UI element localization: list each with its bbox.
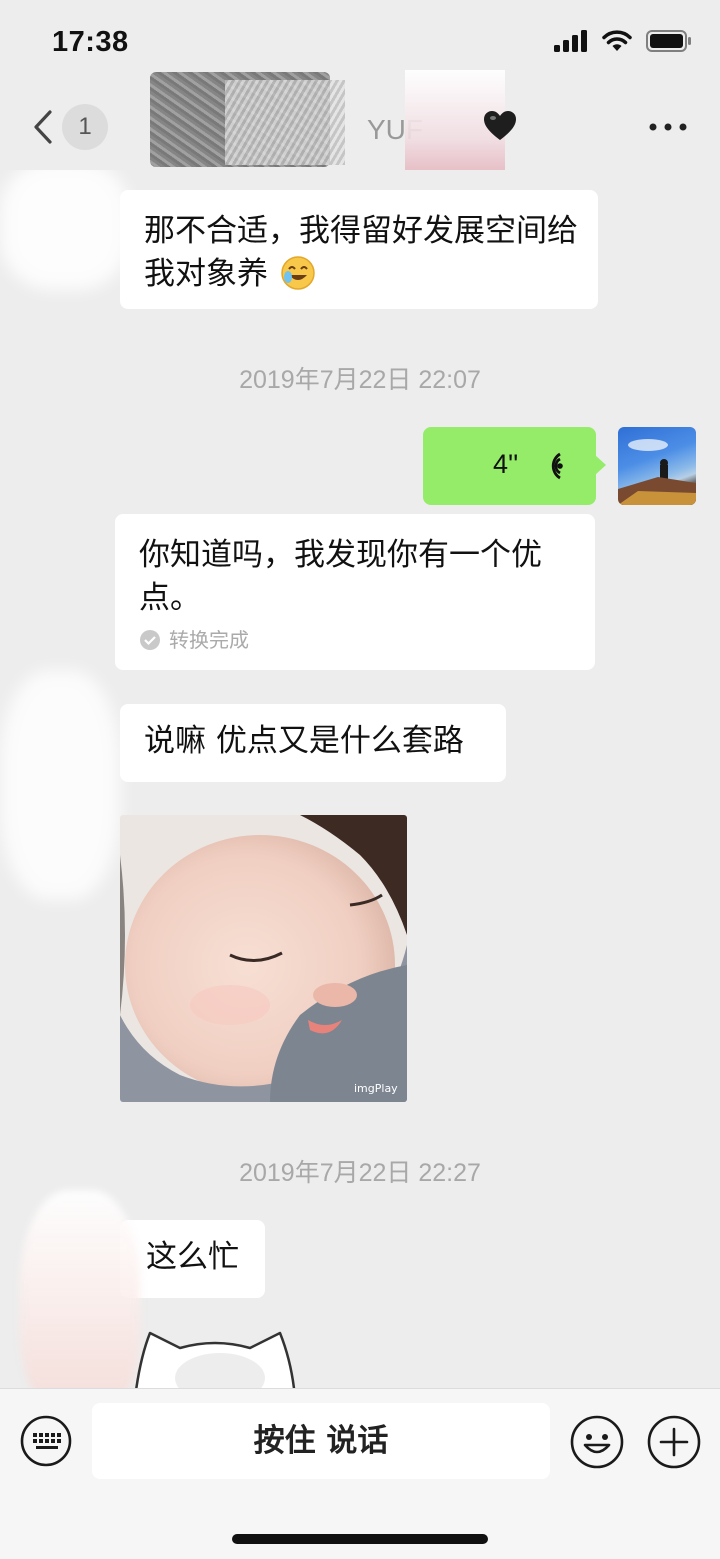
redacted-avatar	[20, 1190, 140, 1388]
black-heart-icon	[484, 111, 516, 140]
voice-wave-icon	[551, 452, 563, 480]
incoming-message[interactable]: 那不合适，我得留好发展空间给我对象养	[120, 190, 598, 309]
wifi-icon	[602, 30, 632, 51]
signal-icon	[554, 30, 587, 52]
status-time: 17:38	[52, 26, 129, 58]
chat-nav-bar: 1 YUF	[0, 70, 720, 170]
laughing-emoji-icon	[281, 256, 315, 290]
outgoing-voice-message[interactable]: 4''	[423, 427, 606, 505]
more-icon	[649, 123, 687, 131]
more-button[interactable]	[646, 112, 690, 142]
message-text: 那不合适，我得留好发展空间给我对象养	[144, 213, 578, 292]
image-message[interactable]: imgPlay	[120, 815, 407, 1102]
redacted-avatar	[0, 170, 130, 290]
emoji-icon	[570, 1415, 624, 1469]
transcription-card[interactable]: 你知道吗，我发现你有一个优点。 转换完成	[115, 514, 595, 670]
transcription-text: 你知道吗，我发现你有一个优点。	[139, 537, 542, 616]
cat-sticker	[135, 1331, 296, 1388]
voice-duration: 4''	[493, 449, 519, 479]
sleeping-child-photo	[120, 815, 407, 1102]
message-text: 说嘛 优点又是什么套路	[144, 723, 464, 759]
redacted-avatar	[0, 670, 120, 900]
emoji-button[interactable]	[570, 1415, 624, 1469]
hold-to-talk-button[interactable]: 按住 说话	[92, 1403, 550, 1479]
unread-count-badge[interactable]: 1	[62, 104, 108, 150]
status-bar: 17:38	[0, 0, 720, 90]
plus-icon	[647, 1415, 701, 1469]
check-icon	[140, 630, 160, 650]
home-indicator[interactable]	[232, 1534, 488, 1544]
timestamp-divider: 2019年7月22日 22:07	[239, 366, 481, 394]
self-avatar[interactable]	[618, 427, 696, 505]
avatar-photo	[618, 439, 696, 505]
status-icons	[554, 30, 692, 52]
timestamp-divider: 2019年7月22日 22:27	[239, 1159, 481, 1187]
bubble-tail	[595, 455, 606, 475]
chevron-left-icon	[34, 110, 52, 144]
incoming-message[interactable]: 说嘛 优点又是什么套路	[120, 704, 506, 782]
battery-icon	[646, 30, 691, 52]
image-watermark: imgPlay	[354, 1082, 398, 1095]
chat-screen: 17:38 1 YUF 那不合适，我得留好发展空间给我对象养 2019年7月22…	[0, 0, 720, 1559]
transcribe-status: 转换完成	[139, 628, 249, 652]
message-list[interactable]: 那不合适，我得留好发展空间给我对象养 2019年7月22日 22:07 4''	[0, 170, 720, 1388]
keyboard-toggle-button[interactable]	[20, 1415, 72, 1467]
keyboard-icon	[20, 1415, 72, 1467]
transcribe-status-text: 转换完成	[169, 628, 249, 652]
sticker-message[interactable]	[130, 1328, 300, 1388]
back-button[interactable]	[24, 102, 64, 152]
incoming-message[interactable]: 这么忙	[120, 1220, 265, 1298]
message-text: 这么忙	[146, 1239, 239, 1275]
more-actions-button[interactable]	[647, 1415, 701, 1469]
